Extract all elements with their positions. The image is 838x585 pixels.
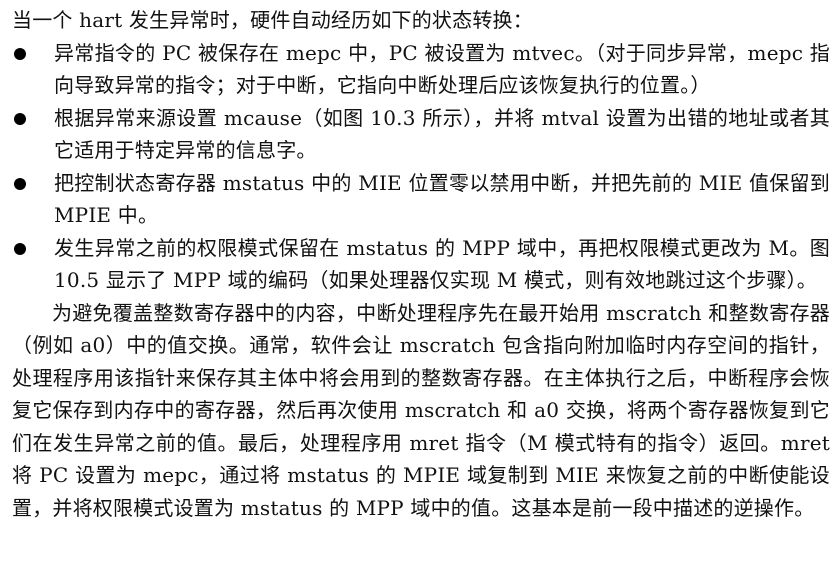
intro-text: 当一个 hart 发生异常时，硬件自动经历如下的状态转换： [12,8,533,32]
list-item: 把控制状态寄存器 mstatus 中的 MIE 位置零以禁用中断，并把先前的 M… [12,167,830,232]
body-paragraph: 为避免覆盖整数寄存器中的内容，中断处理程序先在最开始用 mscratch 和整数… [12,300,830,520]
list-item: 异常指令的 PC 被保存在 mepc 中，PC 被设置为 mtvec。（对于同步… [12,37,830,102]
bullet-icon [14,112,26,125]
document-page: 当一个 hart 发生异常时，硬件自动经历如下的状态转换： 异常指令的 PC 被… [12,4,830,524]
list-item: 根据异常来源设置 mcause（如图 10.3 所示），并将 mtval 设置为… [12,102,830,167]
list-item-text: 把控制状态寄存器 mstatus 中的 MIE 位置零以禁用中断，并把先前的 M… [54,170,830,228]
state-transition-list: 异常指令的 PC 被保存在 mepc 中，PC 被设置为 mtvec。（对于同步… [12,37,830,297]
list-item-text: 异常指令的 PC 被保存在 mepc 中，PC 被设置为 mtvec。（对于同步… [54,40,830,98]
list-item-text: 发生异常之前的权限模式保留在 mstatus 的 MPP 域中，再把权限模式更改… [54,235,830,293]
bullet-icon [14,177,26,190]
list-item-text: 根据异常来源设置 mcause（如图 10.3 所示），并将 mtval 设置为… [54,105,830,163]
list-item: 发生异常之前的权限模式保留在 mstatus 的 MPP 域中，再把权限模式更改… [12,232,830,297]
bullet-icon [14,242,26,255]
bullet-icon [14,47,26,60]
